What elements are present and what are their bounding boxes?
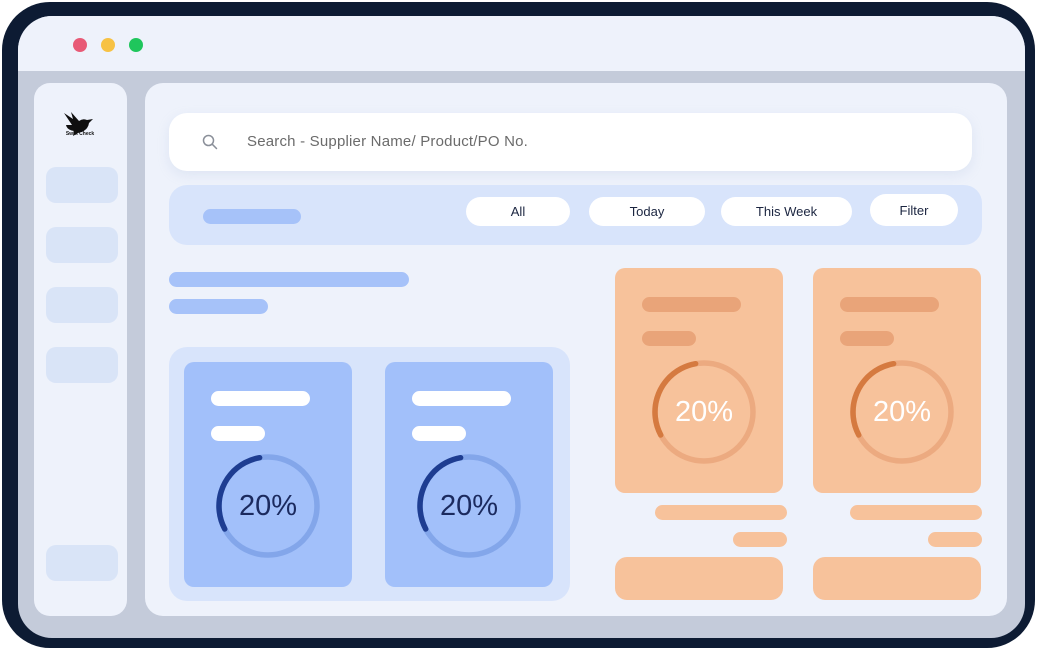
sidebar-item-bottom[interactable] — [46, 545, 118, 581]
maximize-window-button[interactable] — [129, 38, 143, 52]
search-bar[interactable]: Search - Supplier Name/ Product/PO No. — [169, 113, 972, 171]
sidebar-item-2[interactable] — [46, 227, 118, 263]
card-title-placeholder — [412, 391, 511, 406]
gauge-percent-label: 20% — [439, 489, 499, 522]
card-action-button[interactable] — [615, 557, 783, 600]
logo-text: Swift Check — [65, 131, 95, 137]
card-title-placeholder — [642, 297, 741, 312]
progress-gauge: 20% — [414, 451, 524, 561]
stat-card-4[interactable]: 20% — [813, 268, 981, 493]
title-bar — [18, 16, 1025, 71]
card-title-placeholder — [211, 391, 310, 406]
device-frame: Swift Check Search - Supplier Name/ Prod… — [2, 2, 1035, 648]
search-input[interactable]: Search - Supplier Name/ Product/PO No. — [247, 133, 528, 150]
sidebar: Swift Check — [34, 83, 127, 616]
card-action-button[interactable] — [813, 557, 981, 600]
card-footer-placeholder — [928, 532, 982, 547]
main-content: Search - Supplier Name/ Product/PO No. A… — [145, 83, 1007, 616]
bird-logo-icon — [64, 112, 93, 136]
filter-bar-placeholder — [203, 209, 301, 224]
app-window: Swift Check Search - Supplier Name/ Prod… — [18, 16, 1025, 638]
progress-gauge: 20% — [213, 451, 323, 561]
stat-card-2[interactable]: 20% — [385, 362, 553, 587]
stat-card-1[interactable]: 20% — [184, 362, 352, 587]
progress-gauge: 20% — [847, 357, 955, 465]
blue-cards-panel: 20% 20% — [169, 347, 570, 601]
card-subtitle-placeholder — [642, 331, 696, 346]
card-footer-placeholder — [655, 505, 787, 520]
close-window-button[interactable] — [73, 38, 87, 52]
sidebar-item-4[interactable] — [46, 347, 118, 383]
card-footer-placeholder — [733, 532, 787, 547]
sidebar-item-3[interactable] — [46, 287, 118, 323]
section-subtitle-placeholder — [169, 299, 268, 314]
progress-gauge: 20% — [649, 357, 757, 465]
minimize-window-button[interactable] — [101, 38, 115, 52]
search-icon — [202, 134, 218, 150]
filter-chip-today[interactable]: Today — [589, 197, 705, 226]
gauge-percent-label: 20% — [674, 395, 734, 428]
section-title-placeholder — [169, 272, 409, 287]
filter-chip-all[interactable]: All — [466, 197, 570, 226]
card-footer-placeholder — [850, 505, 982, 520]
filter-button[interactable]: Filter — [870, 194, 958, 226]
sidebar-item-1[interactable] — [46, 167, 118, 203]
filter-chip-this-week[interactable]: This Week — [721, 197, 852, 226]
card-title-placeholder — [840, 297, 939, 312]
filter-bar: All Today This Week Filter — [169, 185, 982, 245]
stat-card-3[interactable]: 20% — [615, 268, 783, 493]
gauge-percent-label: 20% — [872, 395, 932, 428]
card-subtitle-placeholder — [840, 331, 894, 346]
card-subtitle-placeholder — [211, 426, 265, 441]
card-subtitle-placeholder — [412, 426, 466, 441]
gauge-percent-label: 20% — [238, 489, 298, 522]
